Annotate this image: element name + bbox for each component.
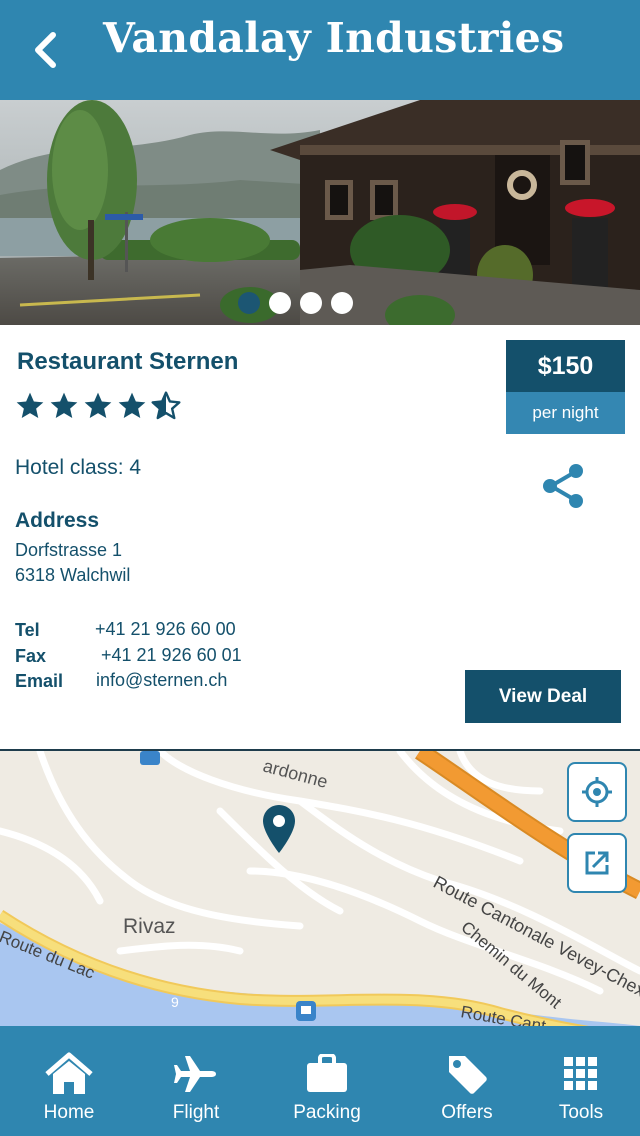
grid-icon: [564, 1057, 597, 1090]
tel-label: Tel: [15, 620, 40, 640]
map-road-number: 9: [171, 994, 179, 1010]
gallery-dot-1[interactable]: [238, 292, 260, 314]
tab-packing-label: Packing: [293, 1102, 361, 1123]
bottom-tab-bar: Home Flight Packing Offers Tools: [0, 1026, 640, 1136]
briefcase-icon: [307, 1054, 347, 1092]
tab-tools-label: Tools: [558, 1102, 604, 1123]
tab-home-label: Home: [43, 1102, 95, 1123]
address-line-2: 6318 Walchwil: [15, 565, 131, 585]
address-heading: Address: [15, 509, 100, 532]
share-button[interactable]: [538, 462, 588, 510]
open-map-button[interactable]: [567, 833, 627, 893]
star-rating: [14, 390, 182, 422]
back-button[interactable]: [22, 22, 66, 78]
star-icon: [84, 392, 112, 418]
location-map[interactable]: Rivaz ardonne Route Cantonale Vevey-Chex…: [0, 749, 640, 1026]
app-header: Vandalay Industries: [0, 0, 640, 100]
fax-value: +41 21 926 60 01: [101, 645, 242, 665]
tab-tools[interactable]: Tools: [521, 1026, 640, 1136]
hotel-class: Hotel class: 4: [15, 456, 142, 479]
address-line-1: Dorfstrasse 1: [15, 540, 123, 560]
tel-value[interactable]: +41 21 926 60 00: [95, 619, 236, 640]
share-icon: [543, 464, 583, 508]
price-badge: $150 per night: [506, 340, 625, 434]
tab-flight-label: Flight: [172, 1102, 220, 1123]
home-icon: [45, 1052, 93, 1094]
star-icon: [50, 392, 78, 418]
crosshair-icon: [582, 777, 612, 807]
tab-offers[interactable]: Offers: [407, 1026, 527, 1136]
airplane-icon: [174, 1056, 216, 1092]
chevron-left-icon: [35, 32, 56, 68]
view-deal-button[interactable]: View Deal: [465, 670, 621, 723]
fax-label: Fax: [15, 646, 47, 666]
locate-me-button[interactable]: [567, 762, 627, 822]
half-star-icon: [151, 391, 181, 420]
tab-packing[interactable]: Packing: [267, 1026, 387, 1136]
star-icon: [16, 392, 44, 418]
page-title: Vandalay Industries: [103, 14, 565, 62]
tag-icon: [449, 1056, 487, 1094]
star-icon: [118, 392, 146, 418]
gallery-dot-3[interactable]: [300, 292, 322, 314]
gallery-dot-4[interactable]: [331, 292, 353, 314]
tab-flight[interactable]: Flight: [136, 1026, 256, 1136]
email-label: Email: [15, 671, 64, 691]
tab-offers-label: Offers: [441, 1102, 493, 1123]
listing-name: Restaurant Sternen: [17, 348, 239, 375]
gallery-pagination: [238, 292, 353, 314]
map-label-rivaz: Rivaz: [123, 915, 176, 938]
gallery-dot-2[interactable]: [269, 292, 291, 314]
email-value[interactable]: info@sternen.ch: [96, 670, 227, 691]
tab-home[interactable]: Home: [9, 1026, 129, 1136]
price-value: $150: [506, 340, 625, 392]
price-unit: per night: [506, 392, 625, 434]
external-link-icon: [585, 851, 609, 875]
